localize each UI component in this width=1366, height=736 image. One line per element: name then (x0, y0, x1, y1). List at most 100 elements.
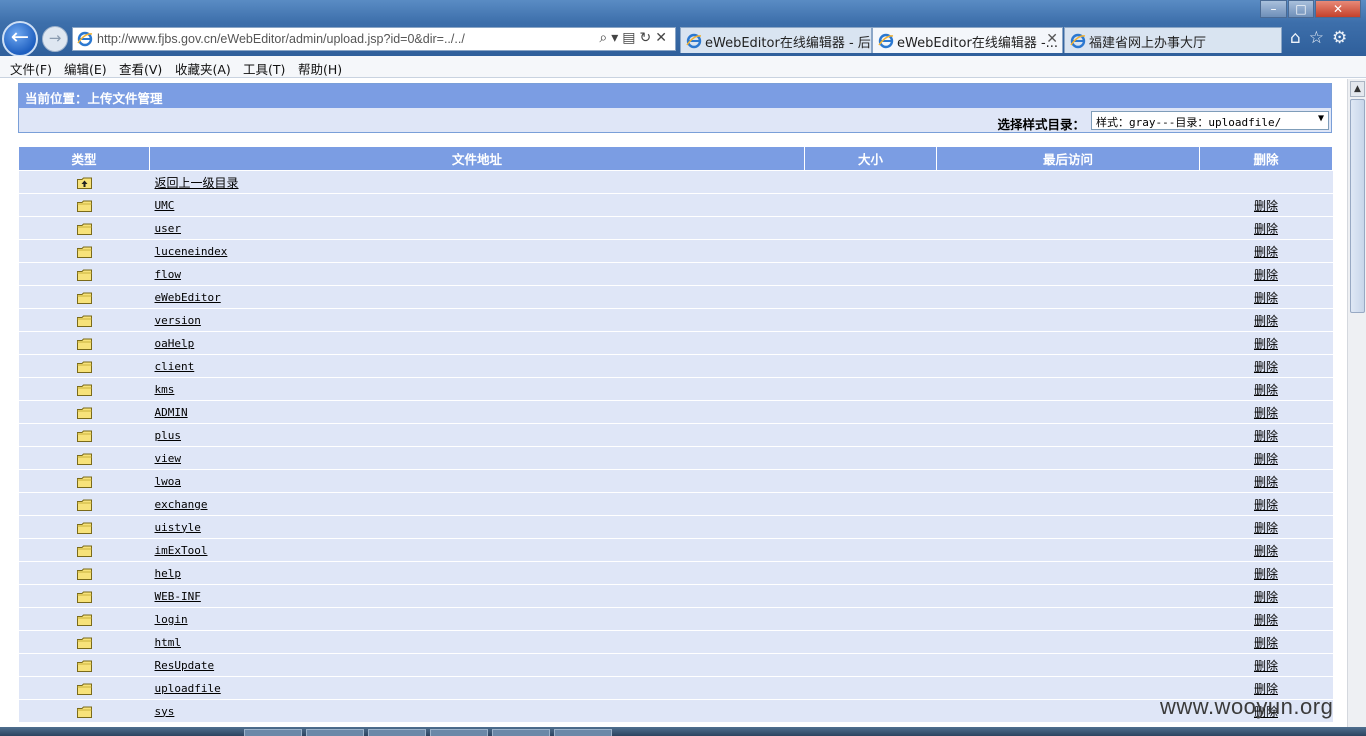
parent-directory-link[interactable]: 返回上一级目录 (155, 176, 239, 190)
folder-link[interactable]: exchange (155, 498, 208, 511)
delete-link[interactable]: 删除 (1254, 521, 1278, 535)
size-cell (804, 492, 937, 516)
type-cell (18, 423, 150, 447)
path-cell: WEB-INF (149, 584, 805, 608)
address-bar[interactable]: http://www.fjbs.gov.cn/eWebEditor/admin/… (72, 27, 676, 51)
menu-edit[interactable]: 编辑(E) (64, 59, 107, 78)
table-row: user 删除 (18, 216, 1333, 240)
folder-link[interactable]: flow (155, 268, 182, 281)
folder-link[interactable]: luceneindex (155, 245, 228, 258)
delete-link[interactable]: 删除 (1254, 337, 1278, 351)
table-row: imExTool 删除 (18, 538, 1333, 562)
refresh-icon[interactable]: ↻ (640, 30, 656, 46)
folder-icon (76, 706, 92, 718)
folder-link[interactable]: oaHelp (155, 337, 195, 350)
dropdown-icon[interactable]: ▾ (611, 30, 622, 46)
menu-help[interactable]: 帮助(H) (298, 59, 342, 78)
back-button[interactable]: ← (2, 21, 38, 57)
style-select[interactable]: 样式：gray---目录：uploadfile/ ▼ (1091, 111, 1329, 130)
delete-link[interactable]: 删除 (1254, 199, 1278, 213)
close-window-button[interactable]: ✕ (1315, 0, 1361, 18)
delete-cell: 删除 (1199, 262, 1333, 286)
tab-1[interactable]: eWebEditor在线编辑器 - 后... (680, 27, 872, 53)
watermark: www.wooyun.org (1160, 694, 1334, 719)
delete-link[interactable]: 删除 (1254, 245, 1278, 259)
delete-link[interactable]: 删除 (1254, 659, 1278, 673)
last-access-cell (936, 584, 1200, 608)
folder-link[interactable]: uistyle (155, 521, 201, 534)
folder-link[interactable]: ADMIN (155, 406, 188, 419)
delete-link[interactable]: 删除 (1254, 498, 1278, 512)
vertical-scrollbar[interactable]: ▲ (1347, 79, 1366, 727)
folder-link[interactable]: ResUpdate (155, 659, 215, 672)
delete-link[interactable]: 删除 (1254, 613, 1278, 627)
last-access-cell (936, 538, 1200, 562)
folder-link[interactable]: uploadfile (155, 682, 221, 695)
delete-link[interactable]: 删除 (1254, 406, 1278, 420)
type-cell (18, 239, 150, 263)
type-cell (18, 193, 150, 217)
menu-tools[interactable]: 工具(T) (243, 59, 285, 78)
home-icon[interactable]: ⌂ (1290, 28, 1309, 48)
delete-link[interactable]: 删除 (1254, 452, 1278, 466)
path-cell: imExTool (149, 538, 805, 562)
folder-link[interactable]: view (155, 452, 182, 465)
delete-link[interactable]: 删除 (1254, 291, 1278, 305)
delete-link[interactable]: 删除 (1254, 475, 1278, 489)
scrollbar-thumb[interactable] (1350, 99, 1365, 313)
tab-3[interactable]: 福建省网上办事大厅 (1064, 27, 1282, 53)
taskbar-item[interactable] (306, 729, 364, 736)
folder-link[interactable]: UMC (155, 199, 175, 212)
folder-link[interactable]: html (155, 636, 182, 649)
gear-icon[interactable]: ⚙ (1332, 28, 1355, 48)
maximize-button[interactable]: □ (1288, 0, 1314, 18)
taskbar-item[interactable] (244, 729, 302, 736)
compat-view-icon[interactable]: ▤ (622, 30, 639, 46)
taskbar-item[interactable] (492, 729, 550, 736)
menu-favorites[interactable]: 收藏夹(A) (175, 59, 231, 78)
last-access-cell (936, 653, 1200, 677)
ie-icon (77, 31, 93, 47)
delete-link[interactable]: 删除 (1254, 383, 1278, 397)
menu-view[interactable]: 查看(V) (119, 59, 162, 78)
stop-icon[interactable]: ✕ (655, 30, 671, 46)
folder-link[interactable]: WEB-INF (155, 590, 201, 603)
folder-link[interactable]: login (155, 613, 188, 626)
folder-link[interactable]: eWebEditor (155, 291, 221, 304)
delete-link[interactable]: 删除 (1254, 590, 1278, 604)
scroll-up-arrow-icon[interactable]: ▲ (1350, 81, 1365, 97)
folder-link[interactable]: version (155, 314, 201, 327)
forward-button[interactable]: → (42, 26, 68, 52)
delete-link[interactable]: 删除 (1254, 567, 1278, 581)
delete-link[interactable]: 删除 (1254, 268, 1278, 282)
folder-link[interactable]: sys (155, 705, 175, 718)
table-row-parent: 返回上一级目录 (18, 170, 1333, 194)
favorites-star-icon[interactable]: ☆ (1309, 28, 1332, 48)
delete-link[interactable]: 删除 (1254, 314, 1278, 328)
search-icon[interactable]: ⌕ (599, 30, 611, 46)
menu-file[interactable]: 文件(F) (10, 59, 52, 78)
folder-link[interactable]: help (155, 567, 182, 580)
delete-link[interactable]: 删除 (1254, 222, 1278, 236)
taskbar-item[interactable] (368, 729, 426, 736)
col-header-type: 类型 (18, 146, 150, 171)
delete-link[interactable]: 删除 (1254, 544, 1278, 558)
folder-link[interactable]: user (155, 222, 182, 235)
folder-link[interactable]: kms (155, 383, 175, 396)
table-header-row: 类型 文件地址 大小 最后访问 删除 (18, 146, 1333, 171)
folder-link[interactable]: client (155, 360, 195, 373)
taskbar-item[interactable] (430, 729, 488, 736)
last-access-cell (936, 400, 1200, 424)
folder-link[interactable]: lwoa (155, 475, 182, 488)
delete-link[interactable]: 删除 (1254, 429, 1278, 443)
folder-icon (76, 453, 92, 465)
delete-link[interactable]: 删除 (1254, 636, 1278, 650)
minimize-button[interactable]: – (1260, 0, 1287, 18)
tab-2[interactable]: eWebEditor在线编辑器 -... ✕ (872, 27, 1063, 53)
close-tab-icon[interactable]: ✕ (1046, 31, 1058, 47)
folder-link[interactable]: plus (155, 429, 182, 442)
taskbar-item[interactable] (554, 729, 612, 736)
folder-link[interactable]: imExTool (155, 544, 208, 557)
delete-link[interactable]: 删除 (1254, 360, 1278, 374)
path-cell: user (149, 216, 805, 240)
